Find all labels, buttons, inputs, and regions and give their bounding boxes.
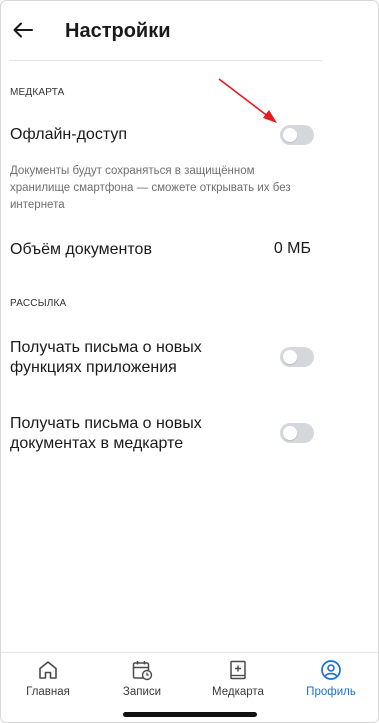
offline-access-toggle[interactable]	[280, 125, 314, 145]
mail-features-toggle[interactable]	[280, 347, 314, 367]
page-title: Настройки	[65, 20, 171, 42]
header: Настройки	[1, 1, 378, 61]
annotation-arrow-icon	[218, 78, 277, 123]
home-icon	[36, 658, 60, 682]
tab-profile[interactable]: Профиль	[284, 653, 378, 703]
toggle-knob	[283, 350, 297, 364]
back-button[interactable]	[9, 16, 37, 44]
offline-access-label: Офлайн-доступ	[10, 126, 127, 143]
section-label-medcard: МЕДКАРТА	[10, 87, 65, 98]
tab-profile-label: Профиль	[306, 686, 356, 698]
mail-documents-label: Получать письма о новых документах в мед…	[10, 415, 202, 452]
arrow-left-icon	[13, 22, 33, 38]
mail-features-label: Получать письма о новых функциях приложе…	[10, 339, 202, 376]
section-label-mailing: РАССЫЛКА	[10, 298, 67, 309]
settings-screen: Настройки МЕДКАРТА Офлайн-доступ Докумен…	[0, 0, 379, 723]
tab-appointments[interactable]: Записи	[95, 653, 189, 703]
offline-access-hint: Документы будут сохраняться в защищённом…	[10, 165, 291, 211]
tab-home-label: Главная	[26, 686, 70, 698]
toggle-knob	[283, 128, 297, 142]
home-indicator	[123, 712, 257, 717]
tab-appointments-label: Записи	[122, 686, 162, 698]
toggle-knob	[283, 426, 297, 440]
tab-home[interactable]: Главная	[1, 653, 95, 703]
tab-medcard-label: Медкарта	[212, 686, 264, 698]
medical-book-icon	[226, 658, 250, 682]
mail-documents-toggle[interactable]	[280, 423, 314, 443]
documents-size-value: 0 МБ	[273, 240, 311, 257]
tab-medcard[interactable]: Медкарта	[191, 653, 285, 703]
calendar-clock-icon	[130, 658, 154, 682]
profile-icon	[319, 658, 343, 682]
documents-size-label: Объём документов	[10, 241, 152, 258]
header-divider	[9, 60, 322, 61]
